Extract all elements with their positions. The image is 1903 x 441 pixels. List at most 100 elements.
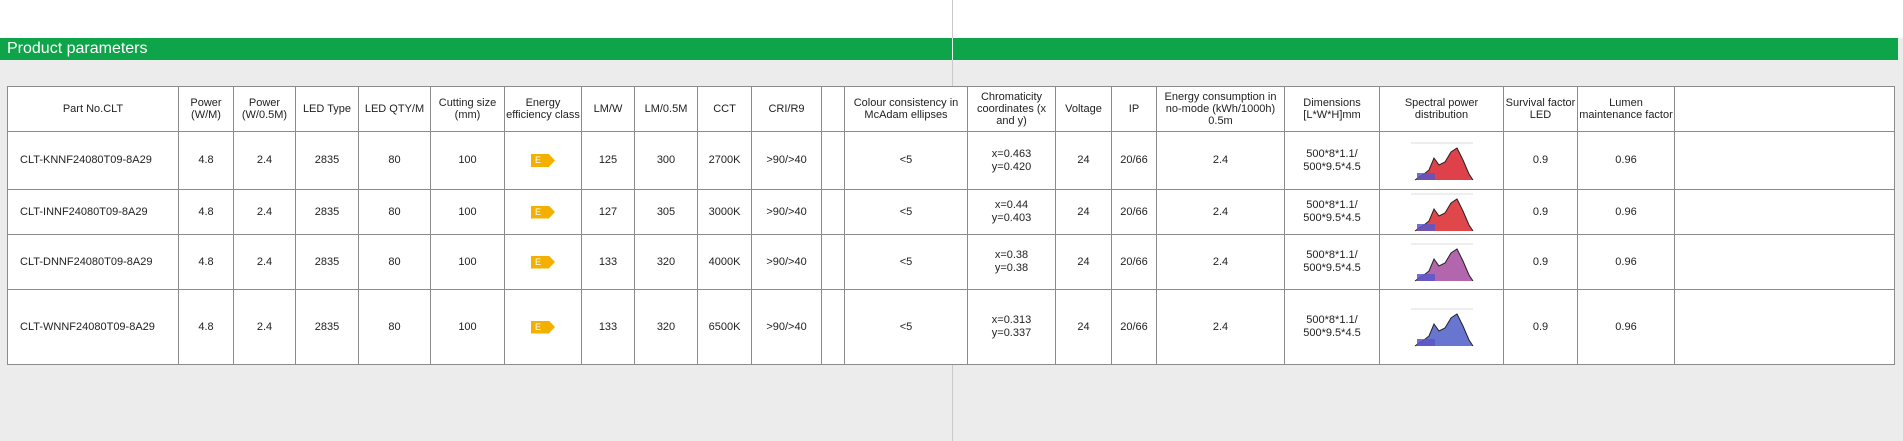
dimension-line-2: 500*9.5*4.5 (1303, 262, 1361, 274)
ip-cell: 20/66 (1120, 320, 1148, 333)
column-header: LED QTY/M (364, 103, 425, 115)
led-qty-cell: 80 (388, 320, 401, 333)
energy-class-cell: E (505, 235, 581, 289)
mcadam-cell: <5 (899, 154, 913, 166)
ip-cell: 20/66 (1120, 154, 1148, 166)
y-coordinate: y=0.403 (991, 212, 1032, 224)
cct-cell: 6500K (708, 320, 741, 333)
column-header: Lumen maintenance factor (1579, 97, 1673, 121)
column-header: Power (W/M) (190, 97, 222, 121)
col-divider (1284, 87, 1285, 364)
col-divider (967, 87, 968, 364)
cri-cell: >90/>40 (766, 154, 807, 166)
col-divider (1577, 87, 1578, 364)
survival-factor-cell: 0.9 (1532, 255, 1549, 268)
power-per-half-meter-cell: 2.4 (256, 255, 273, 268)
energy-class-cell: E (505, 290, 581, 364)
energy-class-badge: E (531, 205, 555, 219)
page-title: Product parameters (7, 40, 148, 57)
power-per-half-meter-cell: 2.4 (256, 154, 273, 166)
column-header: Colour consistency in McAdam ellipses (853, 97, 959, 121)
dimension-line-2: 500*9.5*4.5 (1303, 212, 1361, 224)
column-header: Energy efficiency class (506, 97, 580, 121)
chromaticity-cell: x=0.313 y=0.337 (968, 290, 1055, 364)
column-header: LM/0.5M (644, 103, 688, 115)
energy-consumption-cell: 2.4 (1212, 154, 1229, 166)
col-divider (581, 87, 582, 364)
power-per-half-meter-cell: 2.4 (256, 320, 273, 333)
row-divider (8, 131, 1894, 132)
voltage-cell: 24 (1077, 255, 1090, 268)
survival-factor-cell: 0.9 (1532, 320, 1549, 333)
col-divider (634, 87, 635, 364)
column-header: LM/W (593, 103, 623, 115)
spectral-chart-thumbnail (1408, 139, 1475, 182)
col-divider (430, 87, 431, 364)
column-header: CCT (713, 103, 736, 115)
dimension-line-1: 500*8*1.1/ (1306, 147, 1358, 160)
col-divider (1055, 87, 1056, 364)
column-header: Power (W/0.5M) (241, 97, 288, 121)
survival-factor-cell: 0.9 (1532, 205, 1549, 218)
mcadam-cell: <5 (899, 205, 913, 218)
dimensions-cell: 500*8*1.1/500*9.5*4.5 (1285, 290, 1379, 364)
column-header: Chromaticity coordinates (x and y) (976, 91, 1047, 127)
spectral-distribution-cell (1380, 132, 1503, 189)
row-divider (8, 234, 1894, 235)
column-header: CRI/R9 (768, 103, 805, 115)
section-banner: Product parameters (0, 38, 1898, 60)
lm-per-half-meter-cell: 300 (656, 154, 676, 166)
column-header: IP (1128, 103, 1140, 115)
row-divider (8, 289, 1894, 290)
part-number-cell: CLT-WNNF24080T09-8A29 (20, 320, 155, 333)
cutting-size-cell: 100 (458, 154, 477, 166)
led-type-cell: 2835 (314, 255, 340, 268)
cri-cell: >90/>40 (766, 255, 807, 268)
col-divider (358, 87, 359, 364)
mcadam-cell: <5 (899, 255, 913, 268)
col-divider (1111, 87, 1112, 364)
spectral-distribution-cell (1380, 290, 1503, 364)
col-divider (751, 87, 752, 364)
chromaticity-cell: x=0.463 y=0.420 (968, 132, 1055, 189)
cutting-size-cell: 100 (458, 320, 477, 333)
col-divider (1674, 87, 1675, 364)
power-per-meter-cell: 4.8 (198, 320, 214, 333)
col-divider (233, 87, 234, 364)
spectral-chart-thumbnail (1408, 191, 1475, 233)
lumen-maintenance-cell: 0.96 (1615, 154, 1637, 166)
cri-cell: >90/>40 (766, 320, 807, 333)
y-coordinate: y=0.337 (991, 327, 1032, 339)
column-header: Voltage (1065, 103, 1102, 115)
dimension-line-1: 500*8*1.1/ (1306, 199, 1358, 211)
energy-class-cell: E (505, 190, 581, 234)
product-parameters-table: Part No.CLT Power (W/M) Power (W/0.5M) L… (7, 86, 1895, 365)
lumen-maintenance-cell: 0.96 (1615, 320, 1637, 333)
voltage-cell: 24 (1077, 205, 1090, 218)
chromaticity-cell: x=0.38 y=0.38 (968, 235, 1055, 289)
x-coordinate: x=0.313 (991, 314, 1032, 326)
led-type-cell: 2835 (314, 320, 340, 333)
mcadam-cell: <5 (899, 320, 913, 333)
energy-class-badge: E (531, 255, 555, 269)
dimension-line-1: 500*8*1.1/ (1306, 314, 1358, 326)
spectral-chart-thumbnail (1408, 306, 1475, 348)
cct-cell: 4000K (708, 255, 741, 268)
energy-consumption-cell: 2.4 (1212, 205, 1229, 218)
col-divider (1379, 87, 1380, 364)
dimensions-cell: 500*8*1.1/500*9.5*4.5 (1285, 132, 1379, 189)
column-header: Energy consumption in no-mode (kWh/1000h… (1164, 91, 1277, 127)
x-coordinate: x=0.38 (994, 249, 1029, 261)
chromaticity-cell: x=0.44 y=0.403 (968, 190, 1055, 234)
col-divider (1503, 87, 1504, 364)
cri-cell: >90/>40 (766, 205, 807, 218)
y-coordinate: y=0.38 (994, 262, 1029, 274)
dimension-line-2: 500*9.5*4.5 (1303, 327, 1361, 339)
energy-class-badge: E (531, 320, 555, 334)
dimension-line-2: 500*9.5*4.5 (1303, 160, 1361, 173)
x-coordinate: x=0.44 (994, 199, 1029, 211)
energy-class-cell: E (505, 132, 581, 189)
column-header: Part No.CLT (62, 103, 124, 115)
led-type-cell: 2835 (314, 154, 340, 166)
column-header: Dimensions [L*W*H]mm (1303, 97, 1361, 121)
